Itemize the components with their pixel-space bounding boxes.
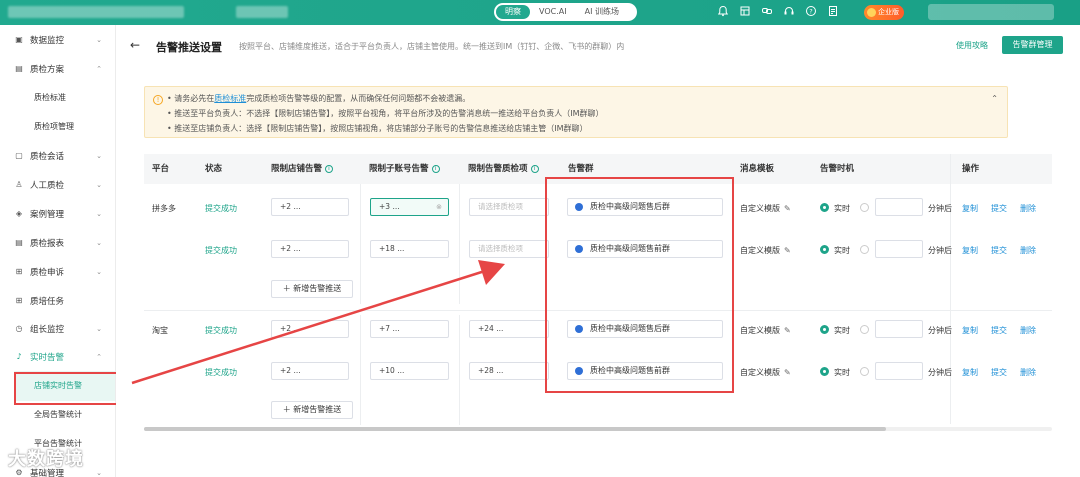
annotation-arrow	[131, 260, 505, 385]
